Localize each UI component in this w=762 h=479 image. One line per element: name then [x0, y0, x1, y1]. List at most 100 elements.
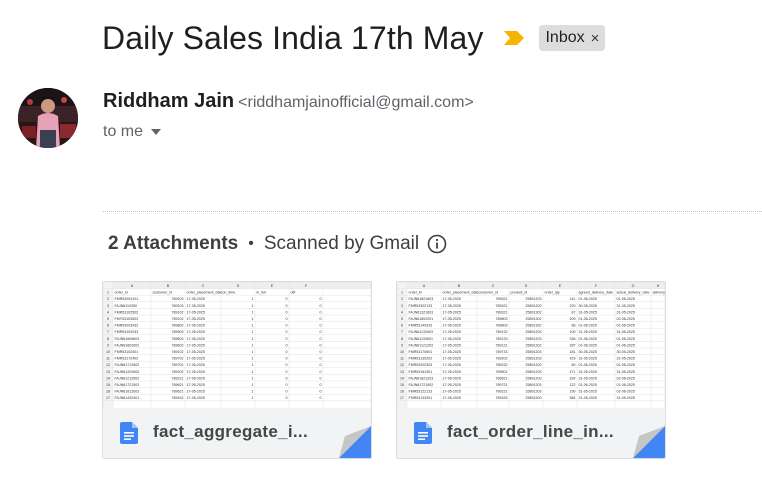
cell-text: FAJN61132603: [409, 330, 434, 334]
cell-text: 01-06-2025: [579, 324, 597, 328]
cell-text: FMR53003101: [115, 297, 139, 301]
cell-text: 01-06-2025: [579, 317, 597, 321]
cell-text: 17-05-2025: [187, 383, 205, 387]
cell-text: 11: [106, 357, 110, 361]
cell-text: 789132: [496, 330, 508, 334]
cell-text: 789333: [496, 396, 508, 400]
cell-text: 789121: [496, 343, 508, 347]
cell-text: 1: [252, 383, 254, 387]
cell-text: 02-06-2025: [617, 317, 635, 321]
cell-text: 789621: [496, 376, 508, 380]
cell-text: 01-06-2025: [617, 343, 635, 347]
cell-text: 25891202: [526, 304, 542, 308]
cell-text: in_full: [257, 291, 267, 295]
cell-text: FMR53170601: [409, 350, 433, 354]
importance-marker-icon[interactable]: [503, 30, 525, 46]
cell-text: 17-05-2025: [443, 330, 461, 334]
sender-avatar[interactable]: [18, 88, 78, 148]
remove-label-button[interactable]: ×: [591, 30, 600, 47]
cell-text: 15: [400, 383, 404, 387]
cell-text: 789102: [172, 310, 184, 314]
cell-text: customer_id: [153, 291, 173, 295]
cell-text: 0: [320, 363, 322, 367]
sender-name[interactable]: Riddham Jain: [103, 90, 234, 113]
cell-text: 17-05-2025: [187, 343, 205, 347]
cell-text: 384: [570, 396, 576, 400]
cell-text: FAJN611035ll: [115, 304, 137, 308]
cell-text: 141: [570, 297, 576, 301]
cell-text: 0: [320, 390, 322, 394]
cell-text: 181: [570, 350, 576, 354]
cell-text: 789321: [496, 297, 508, 301]
scanned-by-gmail: Scanned by Gmail: [263, 233, 420, 254]
info-icon[interactable]: [427, 234, 447, 254]
cell-text: 13: [400, 370, 404, 374]
cell-text: 1: [107, 291, 109, 295]
cell-text: FMR53003432: [115, 324, 139, 328]
email-subject: Daily Sales India 17th May: [102, 19, 484, 56]
cell-text: 324: [570, 376, 576, 380]
cell-text: 1: [252, 343, 254, 347]
spreadsheet-thumbnail: A B C D E F1 order_id customer_id order_placemen…: [103, 282, 371, 408]
cell-text: 2: [401, 297, 403, 301]
cell-text: 0: [286, 370, 288, 374]
cell-text: agreed_delivery_date: [579, 291, 614, 295]
cell-text: customer_id: [479, 291, 499, 295]
cell-text: 5: [107, 317, 109, 321]
cell-text: FAJN61432401: [115, 396, 140, 400]
cell-text: 789103: [172, 297, 184, 301]
cell-text: 02-06-2025: [617, 376, 635, 380]
cell-text: 4: [401, 310, 403, 314]
cell-text: 7: [107, 330, 109, 334]
cell-text: 789321: [496, 304, 508, 308]
cell-text: FMR53122133: [409, 390, 433, 394]
attachment-card-2[interactable]: A B C D E F G H 1 order_id order_placement_date cus…: [396, 281, 666, 459]
cell-text: 31-05-2025: [579, 330, 597, 334]
cell-text: 789733: [496, 350, 508, 354]
cell-text: 25891203: [526, 383, 542, 387]
spreadsheet-thumbnail: A B C D E F G H1 order_id order_placement_date cus…: [397, 282, 665, 408]
cell-text: actual_delivery_date: [617, 291, 650, 295]
cell-text: 01-06-2025: [579, 337, 597, 341]
cell-text: 789202: [496, 357, 508, 361]
cell-text: 1: [252, 337, 254, 341]
cell-text: FAJN61721502: [115, 383, 140, 387]
cell-text: FAJN61133601: [409, 337, 434, 341]
cell-text: 5: [401, 317, 403, 321]
cell-text: 789102: [172, 350, 184, 354]
cell-text: 17-05-2025: [187, 390, 205, 394]
attachment-card-1[interactable]: A B C D E F 1 order_id customer_id order_placemen…: [102, 281, 372, 459]
cell-text: 789721: [496, 383, 508, 387]
cell-text: 17-05-2025: [443, 390, 461, 394]
recipient-details-toggle[interactable]: to me: [103, 123, 162, 141]
cell-text: FMR53202303: [409, 363, 433, 367]
cell-text: 1: [252, 330, 254, 334]
cell-text: 25891203: [526, 390, 542, 394]
cell-text: 0: [286, 390, 288, 394]
cell-text: 25891302: [526, 324, 542, 328]
cell-text: H: [657, 284, 660, 288]
cell-text: 10: [106, 350, 110, 354]
cell-text: 0: [286, 363, 288, 367]
dropdown-arrow-icon: [151, 129, 162, 135]
cell-text: 12: [106, 363, 110, 367]
cell-text: 336: [570, 337, 576, 341]
cell-text: FMR53149333: [409, 324, 433, 328]
cell-text: 1: [252, 370, 254, 374]
cell-text: 789903: [172, 330, 184, 334]
cell-text: on_time: [223, 291, 236, 295]
cell-text: 0: [320, 297, 322, 301]
cell-text: FAJN61812602: [115, 390, 140, 394]
cell-text: 17-05-2025: [443, 337, 461, 341]
avatar-photo: [18, 88, 78, 148]
cell-text: 0: [286, 343, 288, 347]
cell-text: FMR53302133: [409, 304, 433, 308]
cell-text: 25891203: [526, 370, 542, 374]
cell-text: D: [237, 284, 240, 288]
page-fold-icon: [339, 426, 371, 458]
attachments-header: 2 Attachments • Scanned by Gmail: [108, 233, 447, 255]
cell-text: 17-05-2025: [187, 370, 205, 374]
cell-text: 1: [252, 390, 254, 394]
google-docs-icon: [414, 422, 432, 444]
cell-text: 25891203: [526, 350, 542, 354]
